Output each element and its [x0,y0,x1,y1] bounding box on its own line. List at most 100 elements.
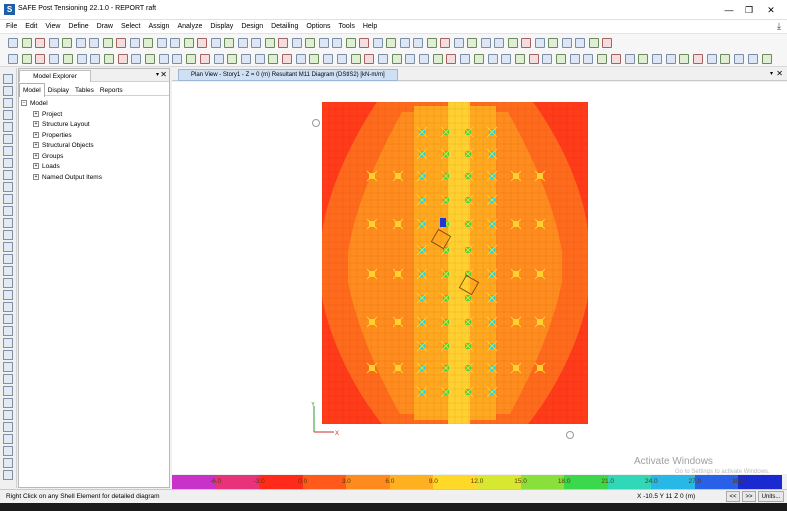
side-tool-icon[interactable] [3,398,13,408]
side-tool-icon[interactable] [3,98,13,108]
side-tool-icon[interactable] [3,74,13,84]
toolbar-button-icon[interactable] [391,54,402,64]
toolbar-button-icon[interactable] [75,38,86,48]
side-tool-icon[interactable] [3,134,13,144]
toolbar-button-icon[interactable] [453,38,464,48]
toolbar-button-icon[interactable] [102,38,113,48]
toolbar-button-icon[interactable] [89,38,99,48]
close-icon[interactable]: ✕ [776,69,783,78]
menu-help[interactable]: Help [359,20,381,33]
toolbar-button-icon[interactable] [446,54,457,64]
side-tool-icon[interactable] [3,194,13,204]
toolbar-button-icon[interactable] [35,54,46,64]
prev-button[interactable]: << [726,491,740,502]
toolbar-button-icon[interactable] [460,54,471,64]
toolbar-button-icon[interactable] [295,54,306,64]
toolbar-button-icon[interactable] [610,54,621,64]
tree-item[interactable]: + Properties [21,131,167,142]
toolbar-button-icon[interactable] [487,54,498,64]
toolbar-button-icon[interactable] [197,38,207,48]
toolbar-button-icon[interactable] [359,38,369,48]
side-tool-icon[interactable] [3,278,13,288]
side-tool-icon[interactable] [3,86,13,96]
toolbar-button-icon[interactable] [145,54,155,64]
toolbar-button-icon[interactable] [291,38,302,48]
side-tool-icon[interactable] [3,470,13,480]
tree-item[interactable]: + Loads [21,162,167,173]
toolbar-button-icon[interactable] [210,38,221,48]
toolbar-button-icon[interactable] [386,38,396,48]
menu-file[interactable]: File [0,20,21,33]
toolbar-button-icon[interactable] [158,54,169,64]
side-tool-icon[interactable] [3,230,13,240]
toolbar-button-icon[interactable] [254,54,265,64]
toolbar-button-icon[interactable] [638,54,649,64]
tab-reports[interactable]: Reports [97,84,126,97]
maximize-button[interactable]: ❐ [738,2,760,18]
toolbar-button-icon[interactable] [413,38,423,48]
toolbar-button-icon[interactable] [693,54,703,64]
menu-design[interactable]: Design [237,20,267,33]
toolbar-button-icon[interactable] [90,54,101,64]
toolbar-button-icon[interactable] [575,38,585,48]
toolbar-button-icon[interactable] [501,54,512,64]
toolbar-button-icon[interactable] [602,38,612,48]
toolbar-button-icon[interactable] [8,38,18,48]
menu-options[interactable]: Options [302,20,334,33]
plan-view-canvas[interactable]: X Y [172,82,787,474]
toolbar-button-icon[interactable] [583,54,594,64]
expand-icon[interactable]: + [33,152,39,159]
side-tool-icon[interactable] [3,362,13,372]
tree-item[interactable]: + Groups [21,152,167,163]
toolbar-button-icon[interactable] [542,54,553,64]
side-tool-icon[interactable] [3,206,13,216]
minimize-button[interactable]: — [718,2,740,18]
expand-icon[interactable]: + [33,121,39,128]
side-tool-icon[interactable] [3,446,13,456]
toolbar-button-icon[interactable] [103,54,114,64]
side-tool-icon[interactable] [3,290,13,300]
side-tool-icon[interactable] [3,266,13,276]
side-tool-icon[interactable] [3,410,13,420]
toolbar-button-icon[interactable] [183,38,194,48]
toolbar-button-icon[interactable] [116,38,126,48]
toolbar-button-icon[interactable] [720,54,731,64]
side-tool-icon[interactable] [3,242,13,252]
side-tool-icon[interactable] [3,110,13,120]
toolbar-button-icon[interactable] [624,54,635,64]
menu-view[interactable]: View [41,20,64,33]
expand-icon[interactable]: + [33,142,39,149]
toolbar-button-icon[interactable] [534,38,545,48]
tree-item[interactable]: + Project [21,110,167,121]
toolbar-button-icon[interactable] [588,38,599,48]
tab-tables[interactable]: Tables [72,84,97,97]
side-tool-icon[interactable] [3,386,13,396]
tab-display[interactable]: Display [45,84,72,97]
toolbar-button-icon[interactable] [364,54,375,64]
toolbar-button-icon[interactable] [8,54,18,64]
side-tool-icon[interactable] [3,350,13,360]
toolbar-button-icon[interactable] [227,54,238,64]
side-tool-icon[interactable] [3,170,13,180]
tab-plan-view[interactable]: Plan View - Story1 - Z = 0 (m) Resultant… [178,69,398,81]
close-icon[interactable]: ✕ [160,70,167,79]
toolbar-button-icon[interactable] [35,38,45,48]
toolbar-button-icon[interactable] [432,54,443,64]
side-tool-icon[interactable] [3,338,13,348]
toolbar-button-icon[interactable] [747,54,758,64]
toolbar-button-icon[interactable] [597,54,608,64]
menu-draw[interactable]: Draw [93,20,117,33]
toolbar-button-icon[interactable] [186,54,197,64]
expand-icon[interactable]: + [33,163,39,170]
toolbar-button-icon[interactable] [143,38,153,48]
next-button[interactable]: >> [742,491,756,502]
menu-analyze[interactable]: Analyze [173,20,206,33]
toolbar-button-icon[interactable] [426,38,437,48]
toolbar-button-icon[interactable] [305,38,315,48]
toolbar-button-icon[interactable] [282,54,292,64]
toolbar-button-icon[interactable] [48,38,59,48]
toolbar-button-icon[interactable] [651,54,662,64]
toolbar-button-icon[interactable] [170,38,180,48]
toolbar-button-icon[interactable] [21,54,32,64]
dropdown-icon[interactable]: ▾ [770,70,773,77]
